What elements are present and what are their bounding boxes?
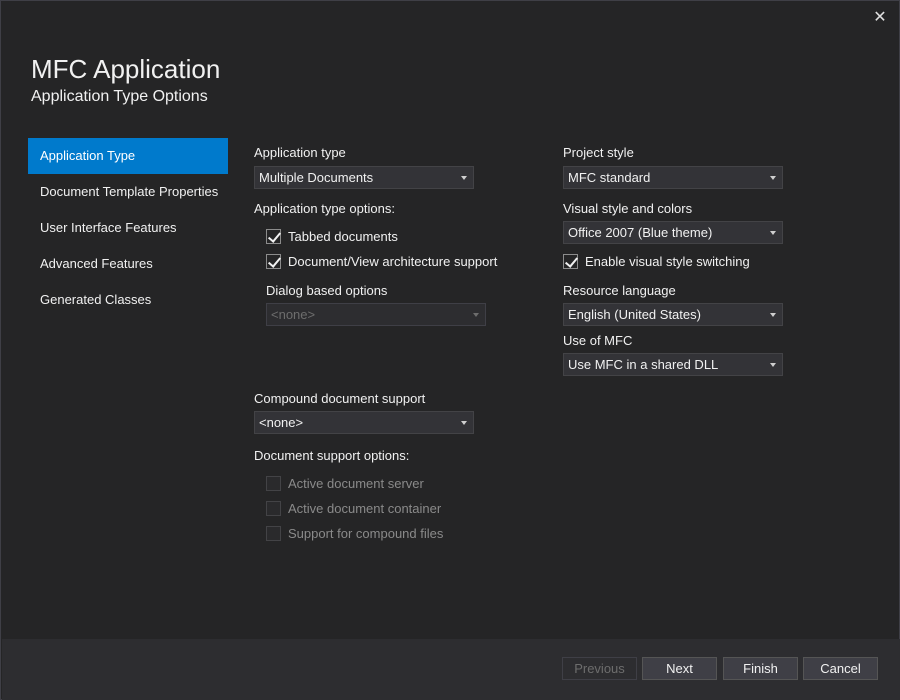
docview-support-checkbox[interactable]: Document/View architecture support [266, 251, 497, 271]
nav-item-document-template-properties[interactable]: Document Template Properties [28, 174, 228, 210]
document-support-options-label: Document support options: [254, 448, 410, 463]
nav-item-generated-classes[interactable]: Generated Classes [28, 282, 228, 318]
checkbox-checked-icon [266, 228, 281, 244]
compound-document-label: Compound document support [254, 391, 426, 406]
chevron-down-icon [461, 421, 467, 425]
compound-files-label: Support for compound files [288, 525, 444, 541]
chevron-down-icon [770, 231, 776, 235]
nav-item-application-type[interactable]: Application Type [28, 138, 228, 174]
visual-style-combo[interactable]: Office 2007 (Blue theme) [563, 221, 783, 244]
active-document-container-label: Active document container [288, 500, 442, 516]
use-of-mfc-value: Use MFC in a shared DLL [568, 357, 719, 372]
mfc-wizard-window: ✕ MFC Application Application Type Optio… [0, 0, 900, 700]
nav-item-user-interface-features[interactable]: User Interface Features [28, 210, 228, 246]
application-type-value: Multiple Documents [259, 170, 374, 185]
wizard-nav: Application Type Document Template Prope… [28, 138, 228, 318]
chevron-down-icon [461, 176, 467, 180]
checkbox-unchecked-icon [266, 500, 281, 516]
compound-document-value: <none> [259, 415, 304, 430]
compound-files-checkbox: Support for compound files [266, 523, 443, 543]
docview-support-label: Document/View architecture support [288, 253, 498, 269]
use-of-mfc-combo[interactable]: Use MFC in a shared DLL [563, 353, 783, 376]
wizard-title: MFC Application [31, 54, 221, 84]
visual-style-switching-checkbox[interactable]: Enable visual style switching [563, 251, 750, 271]
resource-language-combo[interactable]: English (United States) [563, 303, 783, 326]
visual-style-label: Visual style and colors [563, 201, 693, 216]
tabbed-documents-checkbox[interactable]: Tabbed documents [266, 226, 398, 246]
active-document-server-checkbox: Active document server [266, 473, 424, 493]
next-button[interactable]: Next [642, 657, 717, 680]
chevron-down-icon [473, 313, 479, 317]
active-document-server-label: Active document server [288, 475, 424, 491]
project-style-value: MFC standard [568, 170, 651, 185]
application-type-combo[interactable]: Multiple Documents [254, 166, 474, 189]
application-type-options-label: Application type options: [254, 201, 395, 216]
use-of-mfc-label: Use of MFC [563, 333, 633, 348]
cancel-button[interactable]: Cancel [803, 657, 878, 680]
application-type-label: Application type [254, 145, 346, 160]
wizard-subtitle: Application Type Options [31, 88, 208, 105]
resource-language-value: English (United States) [568, 307, 701, 322]
tabbed-documents-label: Tabbed documents [288, 228, 398, 244]
chevron-down-icon [770, 363, 776, 367]
visual-style-switching-label: Enable visual style switching [585, 253, 750, 269]
previous-button: Previous [562, 657, 637, 680]
finish-button[interactable]: Finish [723, 657, 798, 680]
resource-language-label: Resource language [563, 283, 676, 298]
chevron-down-icon [770, 313, 776, 317]
dialog-options-combo: <none> [266, 303, 486, 326]
project-style-label: Project style [563, 145, 634, 160]
checkbox-unchecked-icon [266, 475, 281, 491]
checkbox-checked-icon [266, 253, 281, 269]
dialog-options-value: <none> [271, 307, 316, 322]
checkbox-unchecked-icon [266, 525, 281, 541]
wizard-footer: Previous Next Finish Cancel [2, 639, 900, 700]
compound-document-combo[interactable]: <none> [254, 411, 474, 434]
chevron-down-icon [770, 176, 776, 180]
nav-item-advanced-features[interactable]: Advanced Features [28, 246, 228, 282]
active-document-container-checkbox: Active document container [266, 498, 441, 518]
checkbox-checked-icon [563, 253, 578, 269]
close-icon[interactable]: ✕ [871, 9, 889, 27]
project-style-combo[interactable]: MFC standard [563, 166, 783, 189]
visual-style-value: Office 2007 (Blue theme) [568, 225, 713, 240]
dialog-options-label: Dialog based options [266, 283, 388, 298]
